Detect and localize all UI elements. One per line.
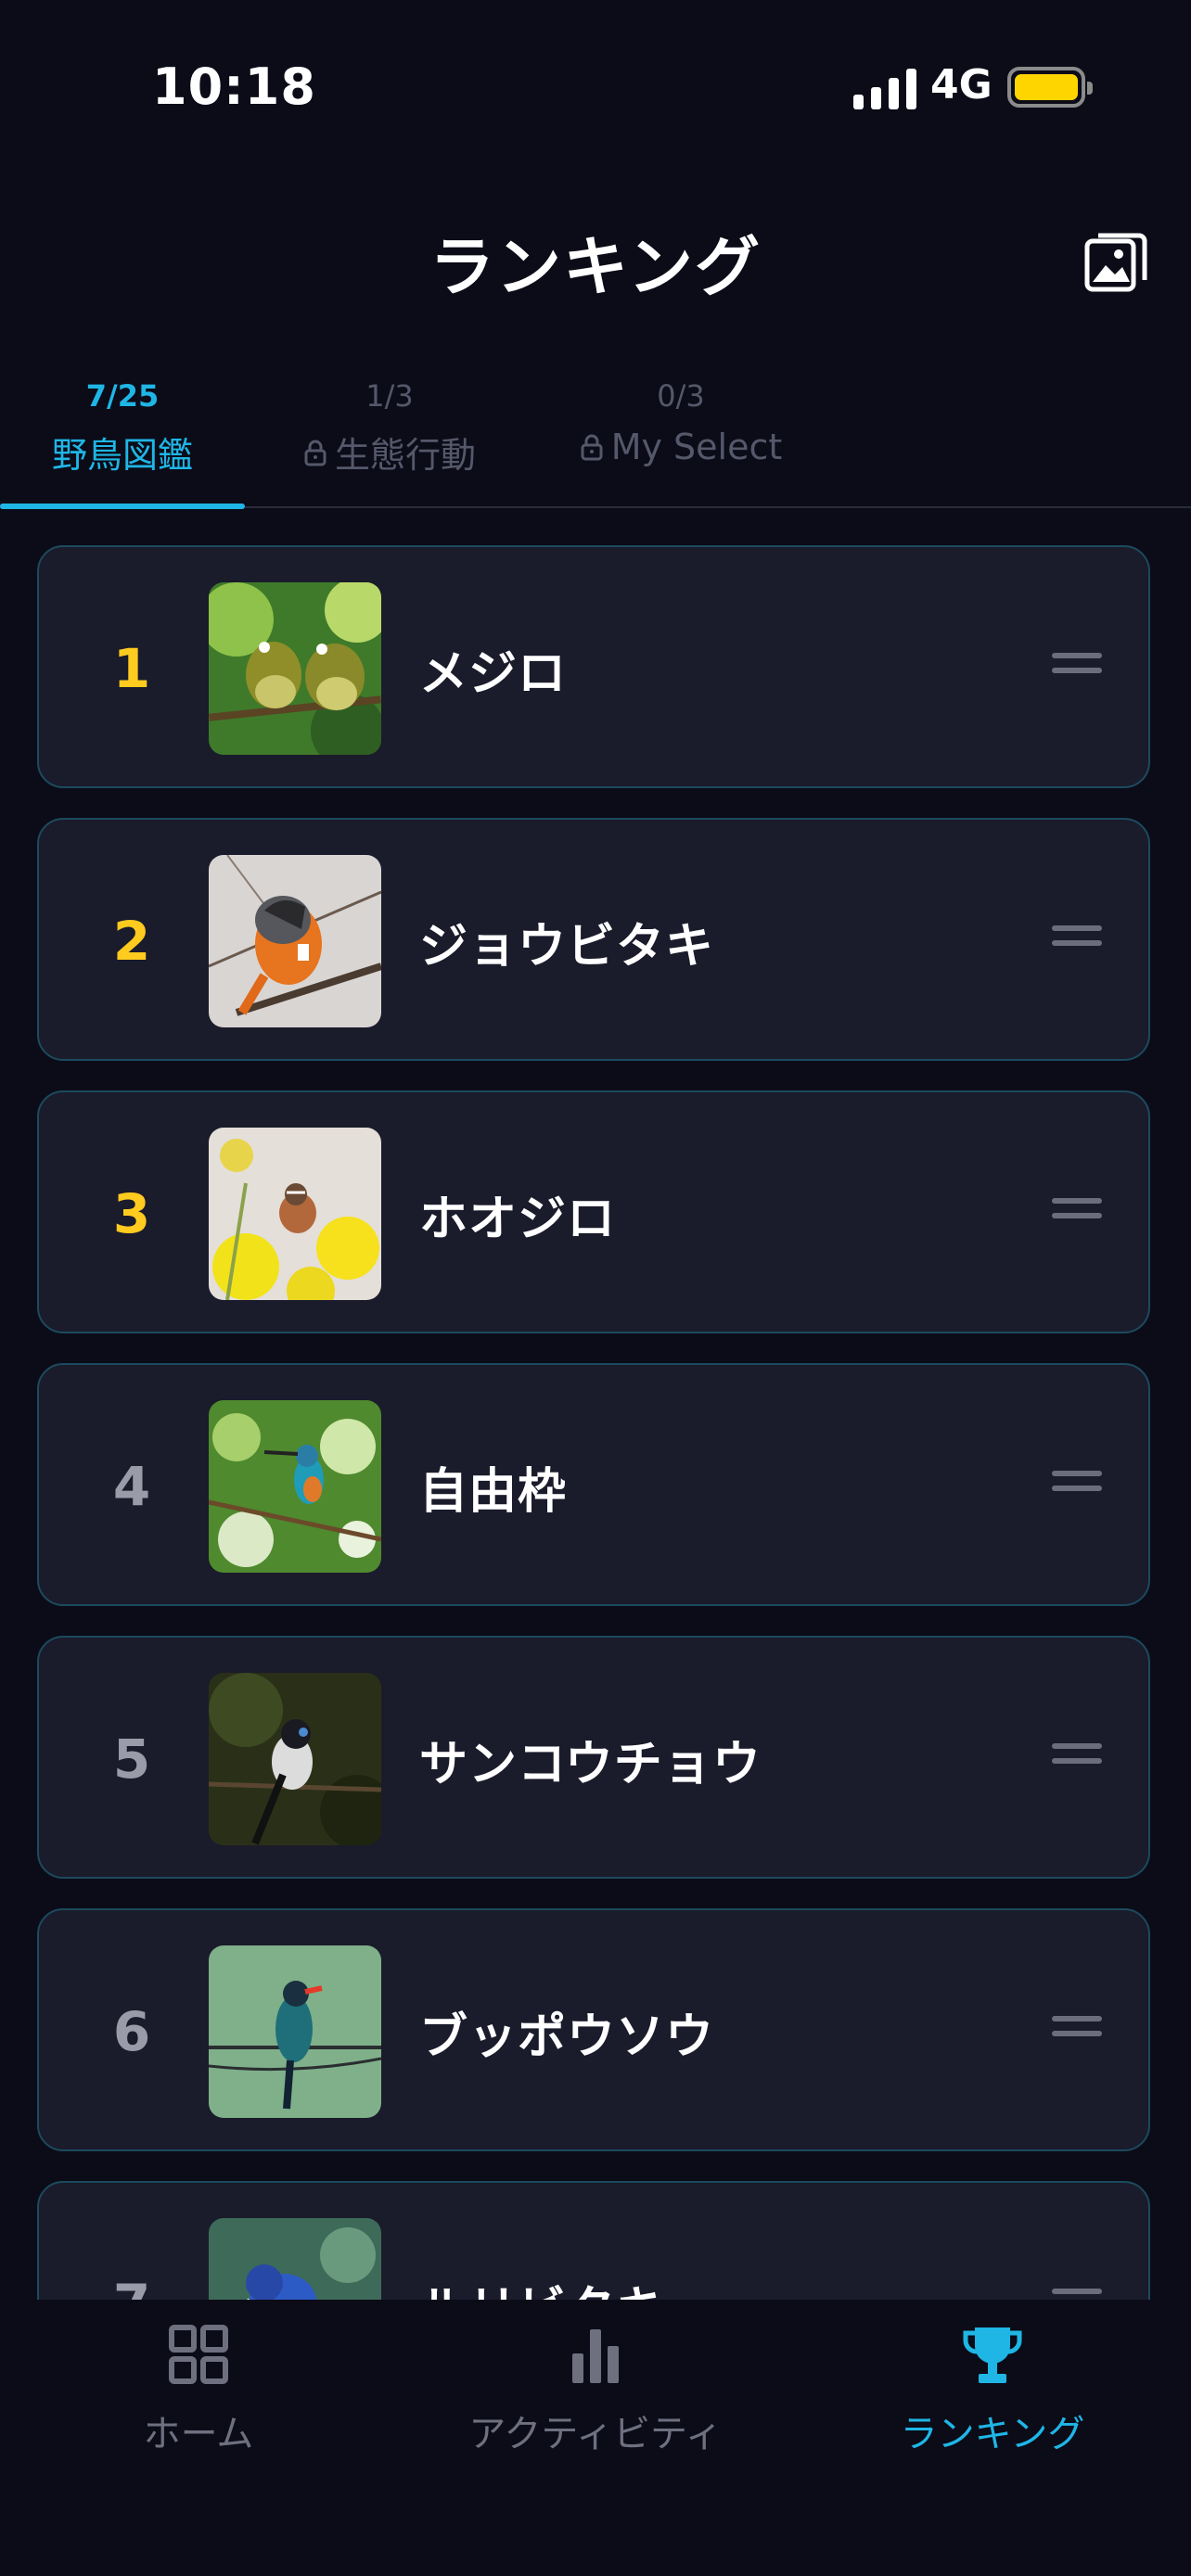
nav-activity[interactable]: アクティビティ <box>397 2300 794 2485</box>
bird-photo <box>209 1128 381 1300</box>
bottom-nav: ホーム アクティビティ ランキング <box>0 2300 1191 2576</box>
drag-handle-icon[interactable] <box>1052 1743 1102 1773</box>
page-title: ランキング <box>429 229 762 305</box>
status-time: 10:18 <box>152 57 316 116</box>
nav-label: ホーム <box>143 2413 254 2455</box>
bird-name: ホオジロ <box>419 1191 617 1247</box>
grid-icon <box>169 2325 228 2384</box>
tab-count: 7/25 <box>85 378 160 414</box>
bird-name: サンコウチョウ <box>419 1736 762 1792</box>
tab-bar: 7/25 野鳥図鑑 1/3 生態行動 0/3 My Select <box>0 369 1191 509</box>
nav-home[interactable]: ホーム <box>0 2300 397 2485</box>
bar-chart-icon <box>572 2329 619 2383</box>
drag-handle-icon[interactable] <box>1052 925 1102 955</box>
tab-count: 0/3 <box>657 378 705 414</box>
bird-name: ブッポウソウ <box>419 2009 715 2065</box>
bird-name: 自由枠 <box>419 1463 568 1520</box>
ranking-item[interactable]: 2 ジョウビタキ <box>37 818 1150 1061</box>
lock-icon <box>304 440 327 465</box>
tab-indicator <box>0 504 245 509</box>
nav-ranking[interactable]: ランキング <box>794 2300 1191 2485</box>
rank-number: 4 <box>112 1455 151 1518</box>
rank-number: 7 <box>104 2183 160 2300</box>
ranking-item[interactable]: 4 自由枠 <box>37 1363 1150 1606</box>
status-bar: 10:18 4G <box>0 0 1191 176</box>
tab-my-select[interactable]: 0/3 My Select <box>568 369 794 506</box>
bird-name: ルリビタキ <box>419 2183 665 2301</box>
trophy-icon <box>963 2327 1022 2383</box>
drag-handle-icon[interactable] <box>1052 1471 1102 1500</box>
ranking-item[interactable]: 7 ルリビタキ <box>37 2181 1150 2300</box>
signal-icon <box>853 65 916 109</box>
bird-photo <box>209 2218 381 2300</box>
network-label: 4G <box>930 61 992 108</box>
rank-number: 2 <box>112 910 151 973</box>
tab-label: My Select <box>610 427 783 467</box>
gallery-icon[interactable] <box>1083 228 1148 293</box>
bird-photo <box>209 1945 381 2118</box>
ranking-item[interactable]: 6 ブッポウソウ <box>37 1908 1150 2151</box>
tab-seitai-koudou[interactable]: 1/3 生態行動 <box>278 369 501 506</box>
bird-name: メジロ <box>419 645 568 702</box>
drag-handle-icon[interactable] <box>1052 2016 1102 2046</box>
bird-name: ジョウビタキ <box>419 918 715 975</box>
drag-handle-icon[interactable] <box>1052 1198 1102 1228</box>
nav-label: アクティビティ <box>468 2413 723 2455</box>
battery-icon <box>1007 67 1093 108</box>
bird-photo <box>209 1400 381 1573</box>
bird-photo <box>209 855 381 1027</box>
tab-yacho-zukan[interactable]: 7/25 野鳥図鑑 <box>0 369 245 509</box>
lock-icon <box>581 434 603 461</box>
tab-label: 生態行動 <box>334 435 476 476</box>
rank-number: 1 <box>112 637 151 700</box>
rank-number: 5 <box>112 1728 151 1791</box>
ranking-item[interactable]: 1 メジロ <box>37 545 1150 788</box>
tab-label: 野鳥図鑑 <box>51 435 193 476</box>
ranking-list[interactable]: 1 メジロ 2 ジョウビタキ 3 ホオジロ 4 自由枠 5 サンコウチョウ 6 … <box>37 545 1154 2300</box>
rank-number: 3 <box>112 1182 151 1245</box>
bird-photo <box>209 1673 381 1845</box>
tab-count: 1/3 <box>365 378 414 414</box>
nav-label: ランキング <box>900 2413 1085 2455</box>
drag-handle-icon[interactable] <box>1052 2289 1102 2300</box>
ranking-item[interactable]: 3 ホオジロ <box>37 1090 1150 1333</box>
bird-photo <box>209 582 381 755</box>
rank-number: 6 <box>112 2000 151 2063</box>
drag-handle-icon[interactable] <box>1052 653 1102 682</box>
ranking-item[interactable]: 5 サンコウチョウ <box>37 1636 1150 1879</box>
